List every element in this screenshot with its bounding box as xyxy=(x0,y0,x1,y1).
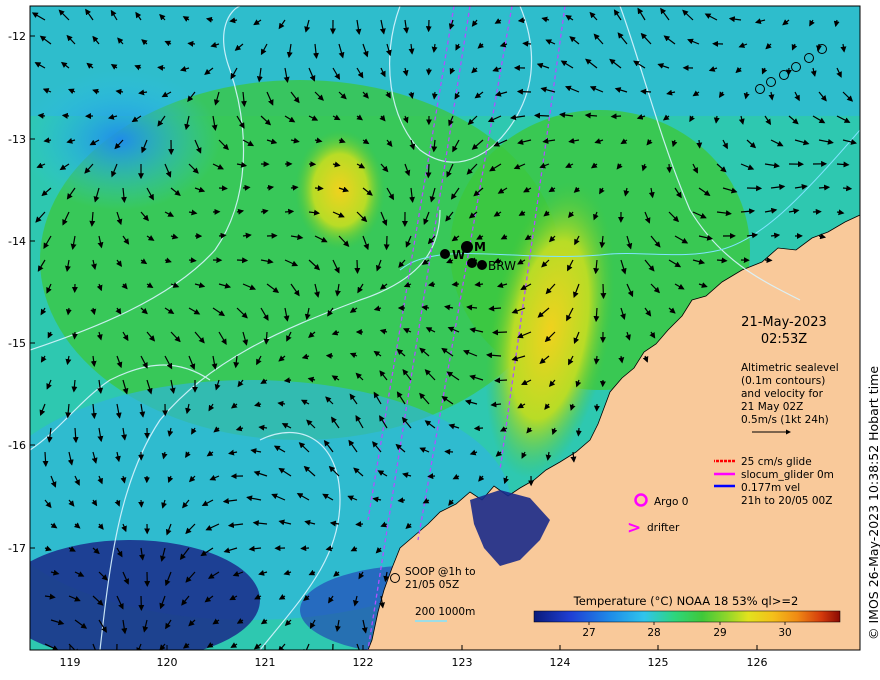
colorbar-tick-29: 29 xyxy=(713,627,726,639)
velocity-arrow xyxy=(187,40,196,47)
velocity-arrow xyxy=(283,377,292,384)
glider-legend-line-2: slocum_glider 0m xyxy=(741,469,834,481)
mooring-label-brw: BRW xyxy=(488,259,516,273)
velocity-arrow xyxy=(494,377,508,384)
altimetry-legend-line-1: Altimetric sealevel xyxy=(741,362,839,374)
altimetry-legend-line-5: 0.5m/s (1kt 24h) xyxy=(741,414,829,426)
colorbar xyxy=(533,610,841,623)
x-tick-122: 122 xyxy=(353,656,374,669)
altimetry-legend-line-2: (0.1m contours) xyxy=(741,375,825,387)
velocity-arrow xyxy=(818,184,831,191)
velocity-arrow xyxy=(188,257,197,264)
velocity-arrow xyxy=(236,257,249,264)
velocity-arrow xyxy=(696,139,703,149)
velocity-arrow xyxy=(716,257,728,264)
velocity-arrow xyxy=(397,497,406,504)
altimetry-legend-line-3: and velocity for xyxy=(741,388,824,400)
velocity-arrow xyxy=(516,88,532,95)
velocity-arrow xyxy=(242,184,251,191)
glider-legend-line-1: 25 cm/s glide xyxy=(741,456,812,468)
velocity-arrow xyxy=(492,329,508,336)
velocity-arrow xyxy=(355,521,364,528)
glider-legend-line-3: 0.177m vel xyxy=(741,482,800,494)
colorbar-tick-27: 27 xyxy=(582,627,595,639)
velocity-arrow xyxy=(640,88,652,95)
mooring-label-m: M xyxy=(474,240,486,254)
velocity-arrow xyxy=(451,281,460,288)
glider-legend-line-4: 21h to 20/05 00Z xyxy=(741,495,832,507)
velocity-arrow xyxy=(666,163,673,174)
soop-legend-line-1: SOOP @1h to xyxy=(405,566,476,578)
y-tick-13: -13 xyxy=(8,133,26,146)
altimetry-legend-line-4: 21 May 02Z xyxy=(741,401,803,413)
mooring-dot-brw-a xyxy=(467,258,477,268)
y-tick-12: -12 xyxy=(8,30,26,43)
drifter-icon: > xyxy=(627,518,641,538)
velocity-arrow xyxy=(138,499,145,508)
drifter-label: drifter xyxy=(647,522,680,534)
y-tick-17: -17 xyxy=(8,542,26,555)
argo-label: Argo 0 xyxy=(654,496,688,508)
velocity-arrow xyxy=(431,91,438,100)
plot-area: W M BRW xyxy=(30,6,860,650)
velocity-arrow xyxy=(71,331,78,340)
depth-contour-legend: 200 1000m xyxy=(415,606,475,618)
velocity-arrow xyxy=(157,64,166,71)
velocity-arrow xyxy=(444,448,454,455)
colorbar-tick-28: 28 xyxy=(647,627,660,639)
map-date: 21-May-2023 xyxy=(741,315,827,330)
velocity-arrow xyxy=(290,184,299,191)
map-time: 02:53Z xyxy=(761,332,807,347)
colorbar-tick-30: 30 xyxy=(778,627,791,639)
x-tick-124: 124 xyxy=(550,656,571,669)
y-tick-16: -16 xyxy=(8,439,26,452)
velocity-arrow xyxy=(836,161,850,168)
velocity-arrow xyxy=(354,259,361,274)
velocity-arrow xyxy=(600,283,607,300)
y-tick-15: -15 xyxy=(8,337,26,350)
mooring-dot-w xyxy=(440,249,450,259)
velocity-arrow xyxy=(815,43,822,52)
y-tick-14: -14 xyxy=(8,235,26,248)
x-tick-119: 119 xyxy=(60,656,81,669)
velocity-arrow xyxy=(575,427,582,437)
velocity-arrow xyxy=(517,17,526,24)
velocity-arrow xyxy=(218,232,227,239)
velocity-arrow xyxy=(534,112,550,119)
sst-deep-southwest xyxy=(30,540,260,650)
sst-map: W M BRW 119 120 121 122 123 124 125 126 … xyxy=(8,5,861,669)
soop-legend-line-2: 21/05 05Z xyxy=(405,579,459,591)
velocity-arrow xyxy=(61,112,70,119)
imos-credit: © IMOS 26-May-2023 10:38:52 Hobart time xyxy=(866,365,880,640)
mooring-label-w: W xyxy=(452,248,465,262)
x-tick-126: 126 xyxy=(747,656,768,669)
velocity-arrow xyxy=(37,112,46,119)
velocity-arrow xyxy=(42,451,49,467)
x-tick-123: 123 xyxy=(452,656,473,669)
mooring-dot-brw-b xyxy=(477,260,487,270)
velocity-arrow xyxy=(522,40,532,47)
velocity-arrow xyxy=(427,473,436,480)
velocity-arrow xyxy=(218,185,228,192)
velocity-arrow xyxy=(610,113,622,120)
x-tick-120: 120 xyxy=(157,656,178,669)
velocity-arrow xyxy=(300,545,310,552)
velocity-arrow xyxy=(425,163,432,179)
velocity-arrow xyxy=(263,331,270,345)
x-tick-125: 125 xyxy=(648,656,669,669)
x-tick-121: 121 xyxy=(255,656,276,669)
velocity-arrow xyxy=(314,185,324,192)
velocity-arrow xyxy=(383,235,390,251)
velocity-arrow xyxy=(842,185,853,192)
velocity-arrow xyxy=(473,425,484,432)
colorbar-title: Temperature (°C) NOAA 18 53% ql>=2 xyxy=(573,594,799,608)
velocity-arrow xyxy=(284,208,295,215)
sst-warm-patch xyxy=(295,130,385,250)
